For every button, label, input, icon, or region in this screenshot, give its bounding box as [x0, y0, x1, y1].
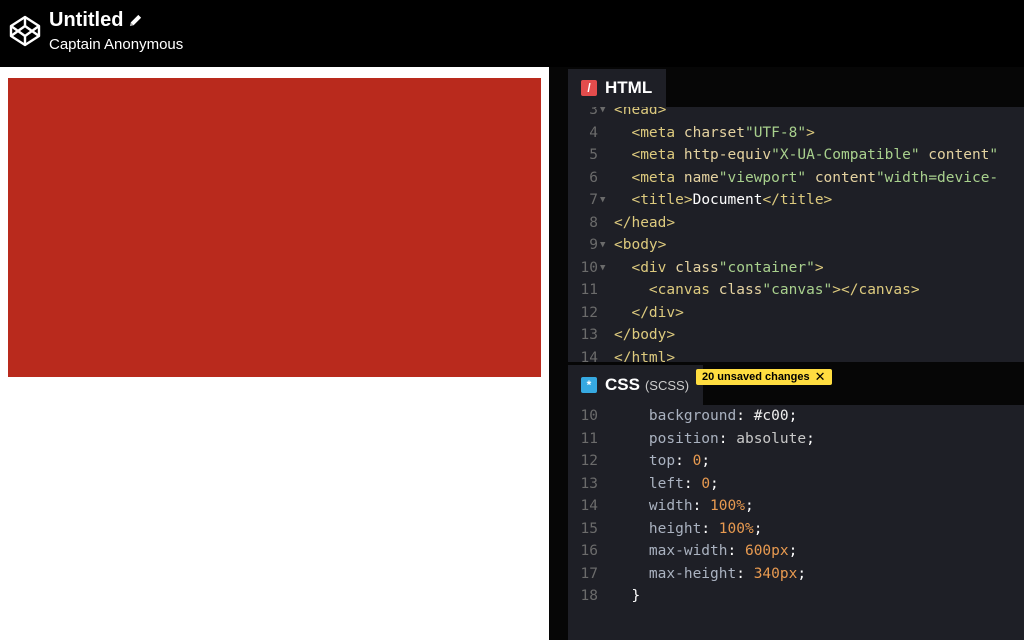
tab-html[interactable]: / HTML: [568, 69, 667, 107]
html-code-line[interactable]: 10 ▼ <div class"container">: [568, 257, 1024, 280]
html-code-line[interactable]: 14 </html>: [568, 347, 1024, 363]
tab-css-sublabel: (SCSS): [644, 377, 690, 393]
html-code-line[interactable]: 3 ▼ <head>: [568, 107, 1024, 122]
line-number: 10: [580, 408, 598, 424]
code-text: top: 0;: [648, 453, 711, 469]
html-code-line[interactable]: 9 ▼ <body>: [568, 234, 1024, 257]
pane-resizer[interactable]: [549, 67, 568, 640]
html-code-line[interactable]: 11 <canvas class"canvas"></canvas>: [568, 279, 1024, 302]
line-number: 11: [580, 282, 598, 298]
code-text: left: 0;: [648, 475, 719, 492]
code-text: </body>: [614, 327, 676, 343]
code-text: background: #c00;: [648, 408, 798, 424]
line-number: 8: [589, 214, 598, 231]
html-code-line[interactable]: 7 ▼ <title>Document</title>: [568, 189, 1024, 212]
html-code-line[interactable]: 6 <meta name"viewport" content"width=dev…: [568, 167, 1024, 190]
author-name[interactable]: Captain Anonymous: [49, 36, 183, 53]
css-code-line[interactable]: 14 width: 100%;: [568, 495, 1024, 518]
code-text: position: absolute;: [648, 430, 815, 447]
code-text: <meta name"viewport" content"width=devic…: [631, 169, 999, 186]
line-number: 16: [580, 543, 598, 559]
code-text: <meta charset"UTF-8">: [631, 124, 815, 141]
editor-column: / HTML 3 ▼ <head> 4 <meta charset"UTF-8"> 5 …: [568, 67, 1024, 640]
pen-title[interactable]: Untitled: [49, 9, 123, 32]
line-number: 14: [580, 349, 598, 363]
line-number: 12: [580, 453, 598, 469]
line-number: 14: [580, 498, 598, 514]
css-code-line[interactable]: 11 position: absolute;: [568, 428, 1024, 451]
html-code-line[interactable]: 5 <meta http-equiv"X-UA-Compatible" cont…: [568, 144, 1024, 167]
tab-css-label: CSS: [605, 375, 640, 394]
line-number: 12: [580, 304, 598, 321]
line-number: 9: [589, 237, 598, 253]
close-icon[interactable]: ✕: [815, 369, 826, 385]
code-text: }: [614, 588, 641, 604]
css-code-editor[interactable]: 10 background: #c00; 11 position: absolut…: [568, 405, 1024, 607]
line-number: 3: [589, 107, 598, 118]
html-code-line[interactable]: 4 <meta charset"UTF-8">: [568, 122, 1024, 145]
css-editor-header: * CSS (SCSS) 20 unsaved changes ✕: [568, 362, 1024, 405]
code-text: max-height: 340px;: [648, 565, 807, 582]
css-code-line[interactable]: 16 max-width: 600px;: [568, 540, 1024, 563]
line-number: 10: [580, 259, 598, 276]
code-text: </html>: [614, 349, 676, 363]
header-bar: Untitled Captain Anonymous: [0, 0, 1024, 67]
code-text: <body>: [614, 237, 667, 253]
css-code-line[interactable]: 18 }: [568, 585, 1024, 607]
fold-arrow-icon[interactable]: ▼: [600, 234, 605, 257]
html-code-editor[interactable]: 3 ▼ <head> 4 <meta charset"UTF-8"> 5 <meta h…: [568, 107, 1024, 362]
line-number: 11: [580, 430, 598, 447]
line-number: 13: [580, 327, 598, 343]
tab-css[interactable]: * CSS (SCSS): [568, 365, 704, 405]
fold-arrow-icon[interactable]: ▼: [600, 107, 605, 122]
html-code-line[interactable]: 12 </div>: [568, 302, 1024, 325]
line-number: 15: [580, 520, 598, 537]
css-code-line[interactable]: 17 max-height: 340px;: [568, 563, 1024, 586]
css-code-line[interactable]: 12 top: 0;: [568, 450, 1024, 473]
code-text: <meta http-equiv"X-UA-Compatible" conten…: [631, 147, 999, 163]
line-number: 7: [589, 192, 598, 208]
css-code-line[interactable]: 13 left: 0;: [568, 473, 1024, 496]
preview-pane: [0, 67, 549, 640]
code-text: max-width: 600px;: [648, 543, 798, 559]
line-number: 5: [589, 147, 598, 163]
line-number: 17: [580, 565, 598, 582]
line-number: 13: [580, 475, 598, 492]
slash-icon: /: [581, 80, 597, 96]
fold-arrow-icon[interactable]: ▼: [600, 189, 605, 212]
html-code-line[interactable]: 13 </body>: [568, 324, 1024, 347]
tab-html-label: HTML: [605, 78, 653, 97]
fold-arrow-icon[interactable]: ▼: [600, 257, 605, 280]
css-code-line[interactable]: 10 background: #c00;: [568, 405, 1024, 428]
code-text: height: 100%;: [648, 520, 763, 537]
code-text: </div>: [631, 304, 684, 321]
code-text: </head>: [614, 214, 676, 231]
pencil-icon[interactable]: [128, 13, 143, 28]
line-number: 6: [589, 169, 598, 186]
asterisk-icon: *: [581, 377, 597, 393]
line-number: 18: [580, 588, 598, 604]
unsaved-changes-text: 20 unsaved changes: [702, 371, 810, 383]
code-text: <title>Document</title>: [631, 192, 833, 208]
code-text: <head>: [614, 107, 667, 118]
html-code-line[interactable]: 8 </head>: [568, 212, 1024, 235]
codepen-logo-icon[interactable]: [8, 14, 42, 48]
code-text: <canvas class"canvas"></canvas>: [648, 282, 920, 298]
line-number: 4: [589, 124, 598, 141]
html-editor-header: / HTML: [568, 67, 1024, 107]
editor-footer: [568, 607, 1024, 640]
canvas-output: [8, 78, 541, 377]
unsaved-changes-badge[interactable]: 20 unsaved changes ✕: [696, 369, 832, 385]
code-text: <div class"container">: [631, 259, 824, 276]
code-text: width: 100%;: [648, 498, 754, 514]
css-code-line[interactable]: 15 height: 100%;: [568, 518, 1024, 541]
